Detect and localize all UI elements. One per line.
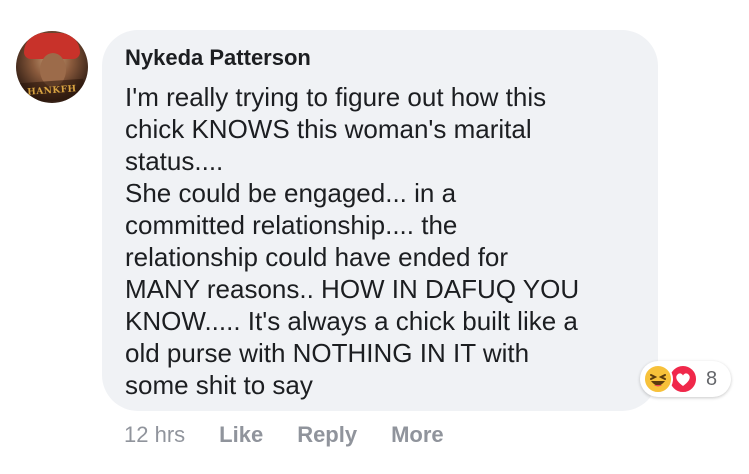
- more-button[interactable]: More: [391, 421, 444, 449]
- comment-bubble: Nykeda Patterson I'm really trying to fi…: [102, 30, 658, 411]
- reply-button[interactable]: Reply: [297, 421, 357, 449]
- comment: HANKFH Nykeda Patterson I'm really tryin…: [0, 0, 749, 474]
- reaction-count: 8: [706, 368, 718, 390]
- comment-actions: 12 hrs Like Reply More: [124, 421, 478, 449]
- author-name[interactable]: Nykeda Patterson: [125, 43, 636, 73]
- avatar-logo-text: HANKFH: [19, 78, 85, 103]
- like-button[interactable]: Like: [219, 421, 263, 449]
- avatar[interactable]: HANKFH: [16, 31, 88, 103]
- haha-icon: [643, 364, 673, 394]
- timestamp[interactable]: 12 hrs: [124, 421, 185, 449]
- reactions-summary[interactable]: 8: [640, 361, 731, 397]
- comment-text: I'm really trying to figure out how this…: [125, 82, 580, 400]
